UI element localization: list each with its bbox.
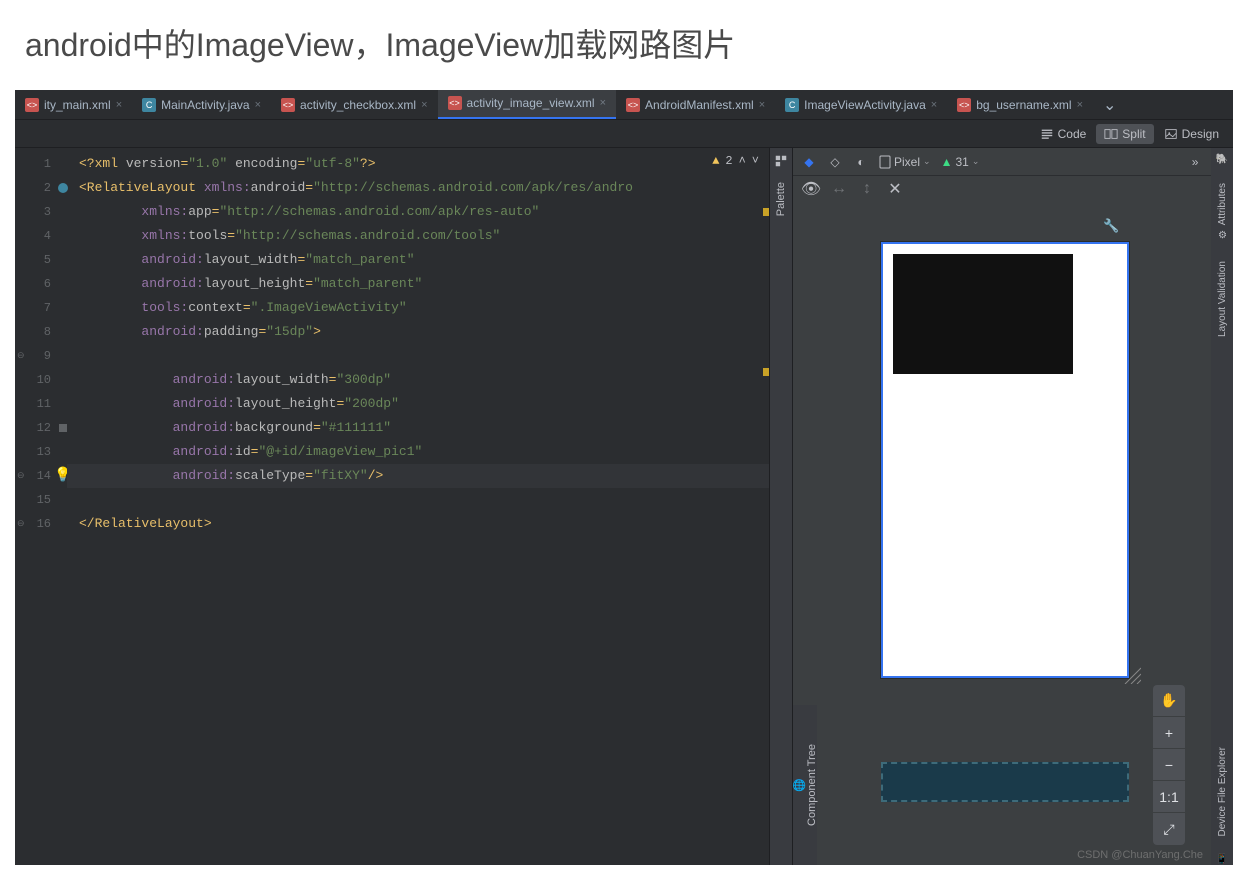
- pan-button[interactable]: ✋: [1153, 685, 1185, 717]
- zoom-controls: ✋ + − 1:1 ⤢: [1153, 685, 1185, 845]
- zoom-out-button[interactable]: −: [1153, 749, 1185, 781]
- page-title: android中的ImageView，ImageView加载网路图片: [25, 20, 1233, 66]
- warning-count: 2: [725, 154, 732, 168]
- autoconnect-icon[interactable]: ↔: [831, 181, 847, 197]
- close-icon[interactable]: ×: [255, 99, 261, 111]
- right-tool-strip: 🐘 ⚙ Attributes Layout Validation Device …: [1211, 148, 1233, 865]
- view-mode-code[interactable]: Code: [1032, 124, 1095, 144]
- tabs-overflow-icon[interactable]: ⌄: [1097, 95, 1122, 115]
- palette-icon: [774, 154, 788, 168]
- chevron-down-icon: ⌄: [923, 156, 931, 167]
- view-mode-split[interactable]: Split: [1096, 124, 1153, 144]
- palette-strip[interactable]: Palette: [769, 148, 793, 865]
- default-margins-icon[interactable]: ↕: [859, 181, 875, 197]
- blueprint-frame[interactable]: [881, 762, 1129, 802]
- tab-activity-checkbox[interactable]: <>activity_checkbox.xml×: [271, 90, 437, 120]
- view-mode-design[interactable]: Design: [1156, 124, 1227, 144]
- close-icon[interactable]: ×: [759, 99, 765, 111]
- code-editor[interactable]: 123456789⊖1011121314💡⊖1516⊖ ▲ 2 ˄ ˅ <?xm…: [15, 148, 769, 865]
- prev-highlight-icon[interactable]: ˄: [739, 154, 746, 168]
- zoom-in-button[interactable]: +: [1153, 717, 1185, 749]
- warning-icon: ▲: [712, 154, 719, 168]
- tab-ity-main[interactable]: <>ity_main.xml×: [15, 90, 132, 120]
- settings-icon: ⚙: [1217, 228, 1228, 239]
- tab-activity-image-view[interactable]: <>activity_image_view.xml×: [438, 90, 616, 120]
- preview-toolbar: ◆ ◇ ◐ Pixel⌄ ▲31⌄ » ▲: [793, 148, 1233, 176]
- preview-sub-toolbar: 👁 ↔ ↕ ✕ ?: [793, 176, 1233, 202]
- tab-mainactivity[interactable]: CMainActivity.java×: [132, 90, 271, 120]
- gradle-icon[interactable]: 🐘: [1216, 154, 1228, 165]
- device-file-explorer-tool[interactable]: Device File Explorer: [1217, 743, 1228, 840]
- clear-constraints-icon[interactable]: ✕: [887, 181, 903, 197]
- xml-file-icon: <>: [957, 98, 971, 112]
- layout-validation-tool[interactable]: Layout Validation: [1217, 257, 1228, 341]
- xml-file-icon: <>: [25, 98, 39, 112]
- zoom-reset-button[interactable]: 1:1: [1153, 781, 1185, 813]
- close-icon[interactable]: ×: [931, 99, 937, 111]
- xml-file-icon: <>: [448, 96, 462, 110]
- warning-stripe[interactable]: [763, 208, 769, 216]
- design-surface-icon[interactable]: ◆: [801, 154, 817, 170]
- palette-label: Palette: [775, 182, 787, 216]
- code-area[interactable]: ▲ 2 ˄ ˅ <?xml version="1.0" encoding="ut…: [67, 148, 769, 865]
- editor-tabs-bar: <>ity_main.xml× CMainActivity.java× <>ac…: [15, 90, 1233, 120]
- view-options-icon[interactable]: 👁: [803, 181, 819, 197]
- api-selector[interactable]: ▲31⌄: [941, 155, 980, 169]
- close-icon[interactable]: ×: [116, 99, 122, 111]
- chevron-down-icon: ⌄: [972, 156, 980, 167]
- watermark: CSDN @ChuanYang.Che: [1077, 849, 1203, 861]
- resize-handle-icon[interactable]: [1121, 664, 1141, 684]
- view-mode-bar: Code Split Design: [15, 120, 1233, 148]
- orientation-icon[interactable]: ◇: [827, 154, 843, 170]
- device-frame[interactable]: [881, 242, 1129, 678]
- emulator-icon[interactable]: 📱: [1216, 854, 1228, 865]
- close-icon[interactable]: ×: [600, 97, 606, 109]
- ide-window: <>ity_main.xml× CMainActivity.java× <>ac…: [15, 90, 1233, 865]
- warning-stripe[interactable]: [763, 368, 769, 376]
- zoom-fit-button[interactable]: ⤢: [1153, 813, 1185, 845]
- device-selector[interactable]: Pixel⌄: [879, 155, 931, 169]
- globe-icon: 🌐: [793, 778, 806, 791]
- tab-imageview-activity[interactable]: CImageViewActivity.java×: [775, 90, 947, 120]
- preview-canvas[interactable]: 🔧 🔧 ✋ + − 1:1 ⤢: [793, 202, 1233, 865]
- xml-file-icon: <>: [281, 98, 295, 112]
- component-tree-strip[interactable]: 🌐 Component Tree: [793, 705, 817, 865]
- tab-android-manifest[interactable]: <>AndroidManifest.xml×: [616, 90, 775, 120]
- night-mode-icon[interactable]: ◐: [853, 154, 869, 170]
- tab-bg-username[interactable]: <>bg_username.xml×: [947, 90, 1093, 120]
- close-icon[interactable]: ×: [1077, 99, 1083, 111]
- close-icon[interactable]: ×: [421, 99, 427, 111]
- java-file-icon: C: [142, 98, 156, 112]
- main-area: 123456789⊖1011121314💡⊖1516⊖ ▲ 2 ˄ ˅ <?xm…: [15, 148, 1233, 865]
- wrench-icon[interactable]: 🔧: [1103, 218, 1119, 234]
- java-file-icon: C: [785, 98, 799, 112]
- gutter: 123456789⊖1011121314💡⊖1516⊖: [15, 148, 67, 865]
- imageview-preview[interactable]: [893, 254, 1073, 374]
- editor-inspections[interactable]: ▲ 2 ˄ ˅: [712, 154, 759, 168]
- next-highlight-icon[interactable]: ˅: [752, 154, 759, 168]
- design-preview: ◆ ◇ ◐ Pixel⌄ ▲31⌄ » ▲ 👁 ↔ ↕ ✕ ? 🔧: [793, 148, 1233, 865]
- more-actions-icon[interactable]: »: [1187, 154, 1203, 170]
- xml-file-icon: <>: [626, 98, 640, 112]
- attributes-tool[interactable]: ⚙ Attributes: [1217, 179, 1228, 243]
